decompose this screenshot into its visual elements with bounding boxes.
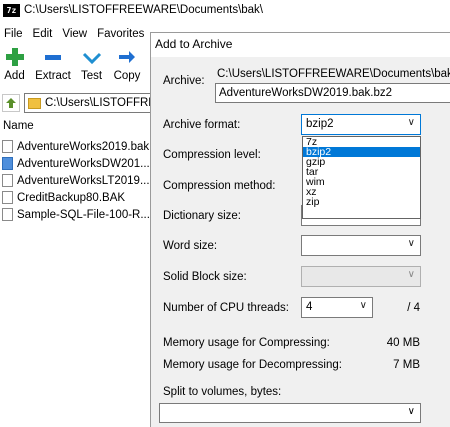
solid-block-size-select[interactable]: ∨ [301,266,421,287]
file-icon [2,140,13,153]
memory-compress-label: Memory usage for Compressing: [163,337,330,349]
menu-favorites[interactable]: Favorites [93,26,150,44]
compression-method-label: Compression method: [163,180,276,192]
chevron-down-icon: ∨ [407,269,415,280]
split-volumes-label: Split to volumes, bytes: [163,386,282,398]
cpu-threads-label: Number of CPU threads: [163,302,289,314]
chevron-down-icon: ∨ [407,238,415,249]
dialog-title: Add to Archive [153,37,235,51]
file-name: AdventureWorksDW201... [17,157,150,170]
file-icon [2,208,13,221]
format-option-zip[interactable]: zip [303,197,420,208]
list-item[interactable]: CreditBackup80.BAK [2,189,153,206]
test-button[interactable]: Test [77,46,106,88]
up-arrow-icon [6,98,16,108]
toolbar: Add Extract Test Copy [0,46,148,88]
format-option-gzip[interactable]: gzip [303,157,420,168]
add-button[interactable]: Add [0,46,29,88]
word-size-select[interactable]: ∨ [301,235,421,256]
file-icon [2,157,13,170]
app-logo-icon: 7z [3,4,20,17]
address-bar: C:\Users\LISTOFFREEWARE [0,92,160,114]
list-item[interactable]: AdventureWorksLT2019.... [2,172,153,189]
cpu-threads-select[interactable]: 4 ∨ [301,297,373,318]
archive-name-input[interactable]: AdventureWorksDW2019.bak.bz2 [215,83,450,103]
archive-format-label: Archive format: [163,119,241,131]
address-field[interactable]: C:\Users\LISTOFFREEWARE [24,93,160,113]
archive-label: Archive: [163,75,205,87]
compression-level-label: Compression level: [163,149,261,161]
address-path: C:\Users\LISTOFFREEWARE [45,97,159,109]
memory-decompress-value: 7 MB [393,359,420,371]
format-option-wim[interactable]: wim [303,177,420,188]
file-name: AdventureWorksLT2019.... [17,174,153,187]
list-item[interactable]: AdventureWorksDW201... [2,155,153,172]
test-label: Test [80,70,103,82]
add-to-archive-dialog: Add to Archive Archive: C:\Users\LISTOFF… [150,32,450,427]
format-option-xz[interactable]: xz [303,187,420,198]
menu-edit[interactable]: Edit [29,26,59,44]
archive-format-dropdown: 7z bzip2 gzip tar wim xz zip [302,136,421,219]
file-icon [2,191,13,204]
chevron-down-icon: ∨ [407,117,415,128]
list-item[interactable]: Sample-SQL-File-100-R... [2,206,153,223]
copy-button[interactable]: Copy [106,46,148,88]
archive-name-value: AdventureWorksDW2019.bak.bz2 [219,87,393,99]
dictionary-size-label: Dictionary size: [163,210,241,222]
archive-format-select[interactable]: bzip2 ∨ [301,114,421,135]
chevron-down-icon: ∨ [407,406,415,417]
file-name: CreditBackup80.BAK [17,191,126,204]
file-name: Sample-SQL-File-100-R... [17,208,150,221]
extract-label: Extract [35,70,71,82]
folder-icon [28,97,41,109]
window-title: C:\Users\LISTOFFREEWARE\Documents\bak\ [24,4,264,16]
cpu-threads-value: 4 [306,301,313,313]
chevron-down-icon: ∨ [359,300,367,311]
cpu-threads-total: / 4 [407,302,420,314]
main-titlebar: 7z C:\Users\LISTOFFREEWARE\Documents\bak… [0,0,450,22]
add-label: Add [4,70,25,82]
extract-button[interactable]: Extract [29,46,77,88]
file-name: AdventureWorks2019.bak [17,140,150,153]
up-folder-button[interactable] [2,94,20,112]
memory-compress-value: 40 MB [386,337,420,349]
split-volumes-input[interactable]: ∨ [159,403,421,423]
menu-bar: File Edit View Favorites [0,26,150,44]
menu-view[interactable]: View [58,26,93,44]
menu-file[interactable]: File [0,26,29,44]
column-header-name[interactable]: Name [3,120,34,132]
file-list: AdventureWorks2019.bak AdventureWorksDW2… [2,138,153,223]
list-item[interactable]: AdventureWorks2019.bak [2,138,153,155]
plus-icon [0,46,29,68]
copy-label: Copy [113,70,141,82]
copy-arrow-icon [106,46,148,68]
minus-icon [29,46,77,68]
word-size-label: Word size: [163,240,218,252]
archive-format-value: bzip2 [306,118,334,130]
memory-decompress-label: Memory usage for Decompressing: [163,359,342,371]
check-icon [77,46,106,68]
solid-block-size-label: Solid Block size: [163,271,247,283]
file-icon [2,174,13,187]
archive-directory: C:\Users\LISTOFFREEWARE\Documents\bak\ [217,68,450,80]
